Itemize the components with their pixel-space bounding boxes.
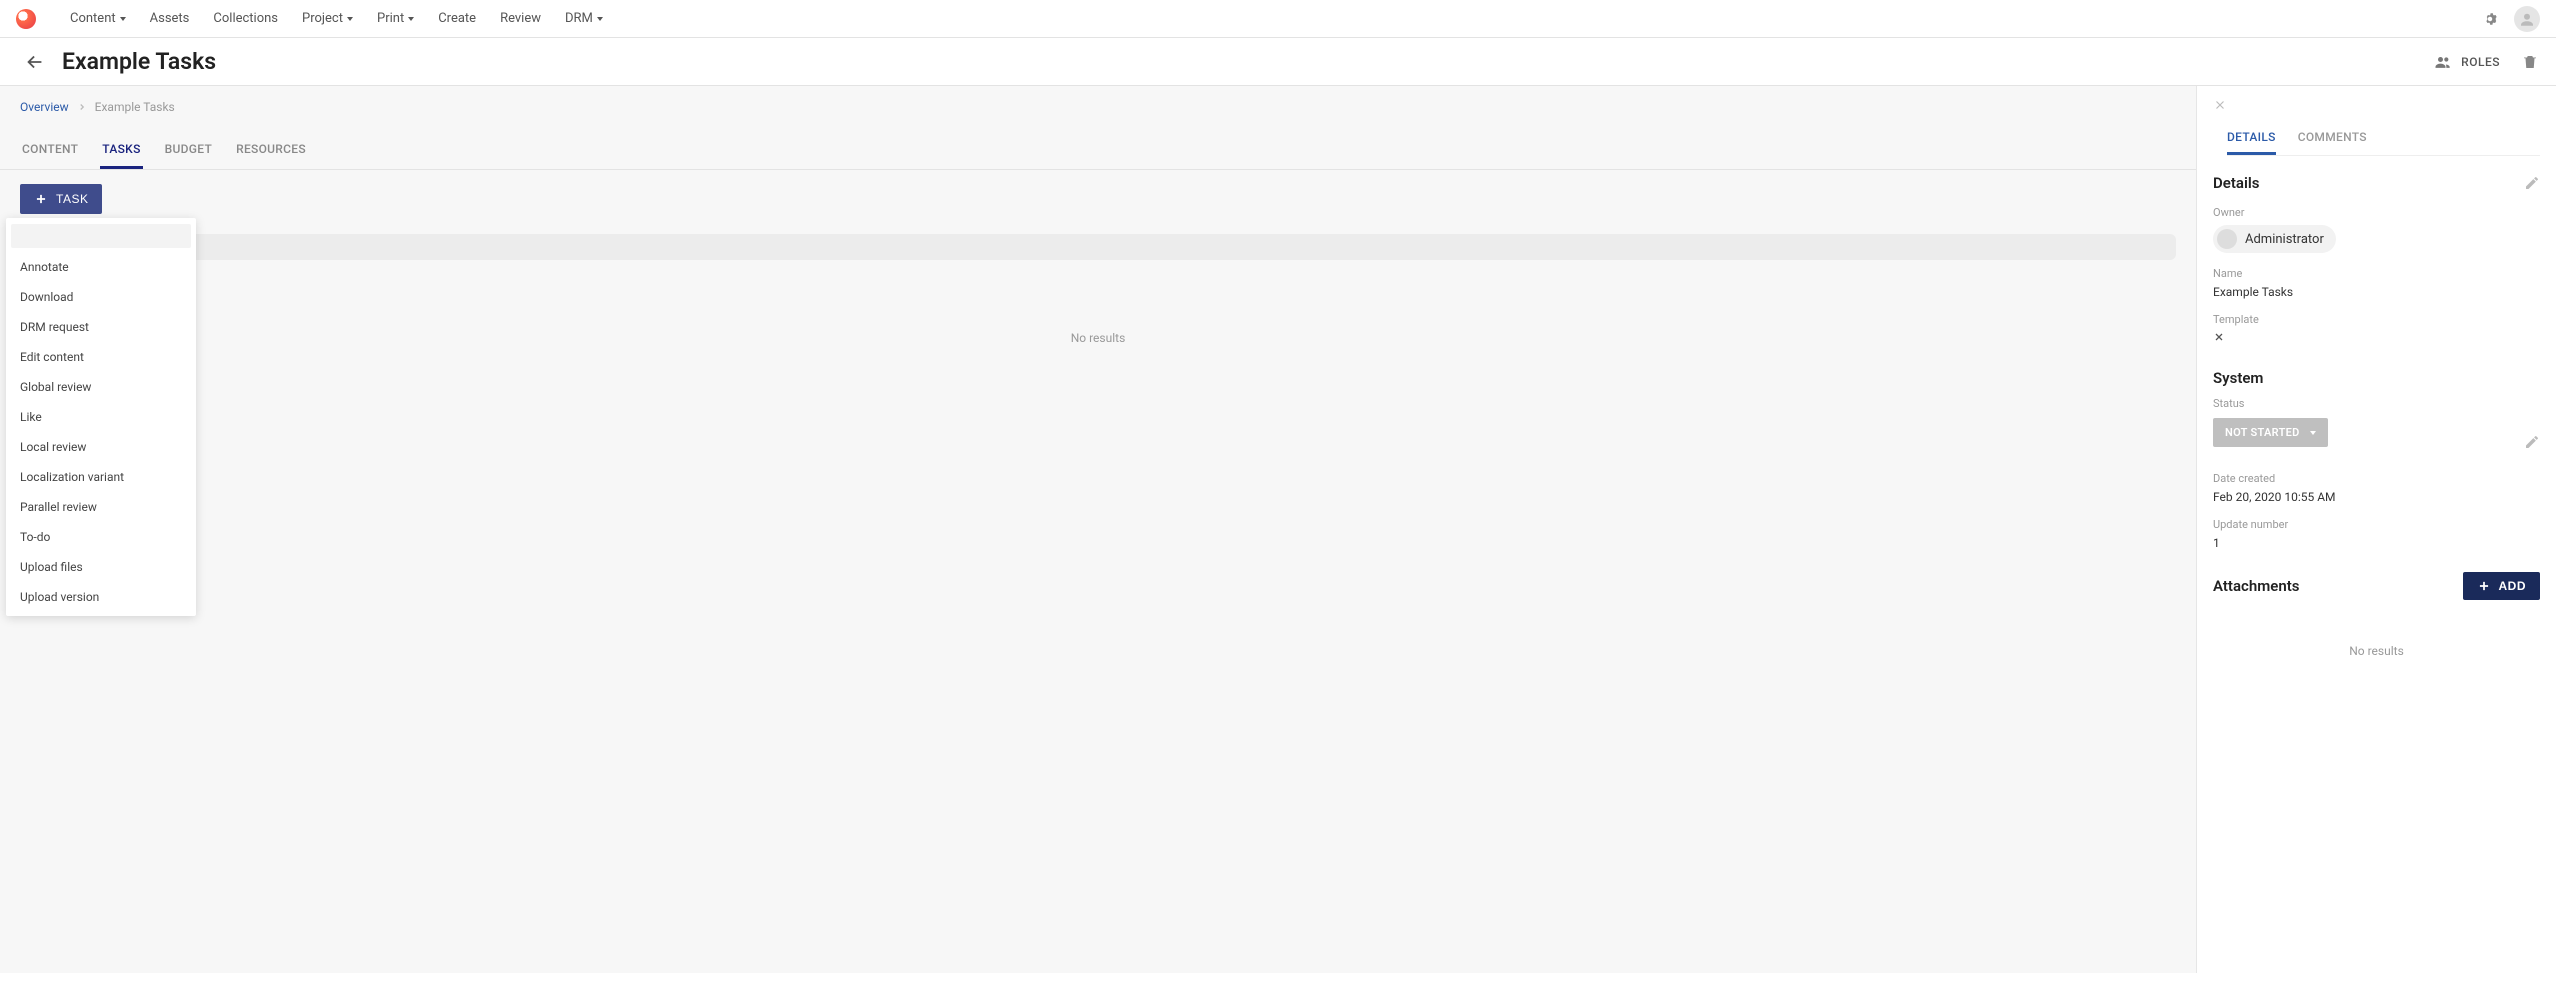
- gear-icon[interactable]: [2480, 9, 2500, 29]
- dropdown-filter-input[interactable]: [11, 224, 191, 248]
- chevron-down-icon: [597, 17, 603, 21]
- add-attachment-button[interactable]: ADD: [2463, 572, 2541, 600]
- edit-icon[interactable]: [2524, 434, 2540, 450]
- dropdown-item[interactable]: Like: [6, 402, 196, 432]
- dropdown-item[interactable]: Upload files: [6, 552, 196, 582]
- panel-no-results: No results: [2213, 644, 2540, 658]
- main-no-results: No results: [20, 301, 2176, 375]
- tab-resources[interactable]: RESOURCES: [234, 132, 308, 169]
- date-created-label: Date created: [2213, 472, 2540, 485]
- page-title: Example Tasks: [62, 48, 216, 75]
- nav-item-print[interactable]: Print: [365, 5, 426, 32]
- user-avatar[interactable]: [2514, 6, 2540, 32]
- owner-label: Owner: [2213, 206, 2540, 219]
- owner-chip[interactable]: Administrator: [2213, 225, 2336, 253]
- panel-tab-comments[interactable]: COMMENTS: [2298, 122, 2367, 155]
- plus-icon: [34, 192, 48, 206]
- people-icon: [2433, 52, 2453, 72]
- status-select[interactable]: NOT STARTED: [2213, 418, 2328, 447]
- details-heading: Details: [2213, 174, 2259, 192]
- tab-content[interactable]: CONTENT: [20, 132, 80, 169]
- update-number-value: 1: [2213, 536, 2540, 550]
- tab-tasks[interactable]: TASKS: [100, 132, 142, 169]
- template-value: [2213, 331, 2540, 343]
- chevron-down-icon: [2310, 431, 2316, 435]
- dropdown-item[interactable]: Local review: [6, 432, 196, 462]
- breadcrumb-overview[interactable]: Overview: [20, 100, 69, 114]
- nav-item-drm[interactable]: DRM: [553, 5, 615, 32]
- attachments-heading: Attachments: [2213, 577, 2299, 595]
- tab-budget[interactable]: BUDGET: [163, 132, 214, 169]
- dropdown-item[interactable]: Localization variant: [6, 462, 196, 492]
- update-number-label: Update number: [2213, 518, 2540, 531]
- chevron-down-icon: [408, 17, 414, 21]
- system-heading: System: [2213, 369, 2263, 387]
- dropdown-item[interactable]: Global review: [6, 372, 196, 402]
- dropdown-item[interactable]: Parallel review: [6, 492, 196, 522]
- dropdown-item[interactable]: Upload version: [6, 582, 196, 612]
- status-label: Status: [2213, 397, 2540, 410]
- nav-item-project[interactable]: Project: [290, 5, 365, 32]
- close-icon[interactable]: [2213, 98, 2540, 112]
- chevron-down-icon: [120, 17, 126, 21]
- column-header-bar: [20, 234, 2176, 260]
- dropdown-item[interactable]: DRM request: [6, 312, 196, 342]
- dropdown-item[interactable]: Download: [6, 282, 196, 312]
- template-label: Template: [2213, 313, 2540, 326]
- app-logo[interactable]: [16, 9, 36, 29]
- task-type-dropdown: AnnotateDownloadDRM requestEdit contentG…: [6, 218, 196, 616]
- date-created-value: Feb 20, 2020 10:55 AM: [2213, 490, 2540, 504]
- name-label: Name: [2213, 267, 2540, 280]
- dropdown-item[interactable]: Edit content: [6, 342, 196, 372]
- panel-tab-details[interactable]: DETAILS: [2227, 122, 2276, 155]
- back-arrow-icon[interactable]: [24, 51, 46, 73]
- roles-button[interactable]: ROLES: [2433, 52, 2500, 72]
- owner-avatar-icon: [2217, 229, 2237, 249]
- nav-item-review[interactable]: Review: [488, 5, 553, 32]
- plus-icon: [2477, 579, 2491, 593]
- breadcrumb: Overview Example Tasks: [0, 86, 2196, 128]
- dropdown-item[interactable]: Annotate: [6, 252, 196, 282]
- chevron-down-icon: [347, 17, 353, 21]
- chevron-right-icon: [77, 102, 87, 112]
- breadcrumb-current: Example Tasks: [95, 100, 175, 114]
- add-task-button[interactable]: TASK: [20, 184, 102, 214]
- nav-item-collections[interactable]: Collections: [201, 5, 290, 32]
- nav-item-content[interactable]: Content: [58, 5, 138, 32]
- name-value: Example Tasks: [2213, 285, 2540, 299]
- close-small-icon: [2213, 331, 2225, 343]
- nav-item-assets[interactable]: Assets: [138, 5, 202, 32]
- edit-icon[interactable]: [2524, 175, 2540, 191]
- delete-icon[interactable]: [2520, 52, 2540, 72]
- nav-item-create[interactable]: Create: [426, 5, 488, 32]
- dropdown-item[interactable]: To-do: [6, 522, 196, 552]
